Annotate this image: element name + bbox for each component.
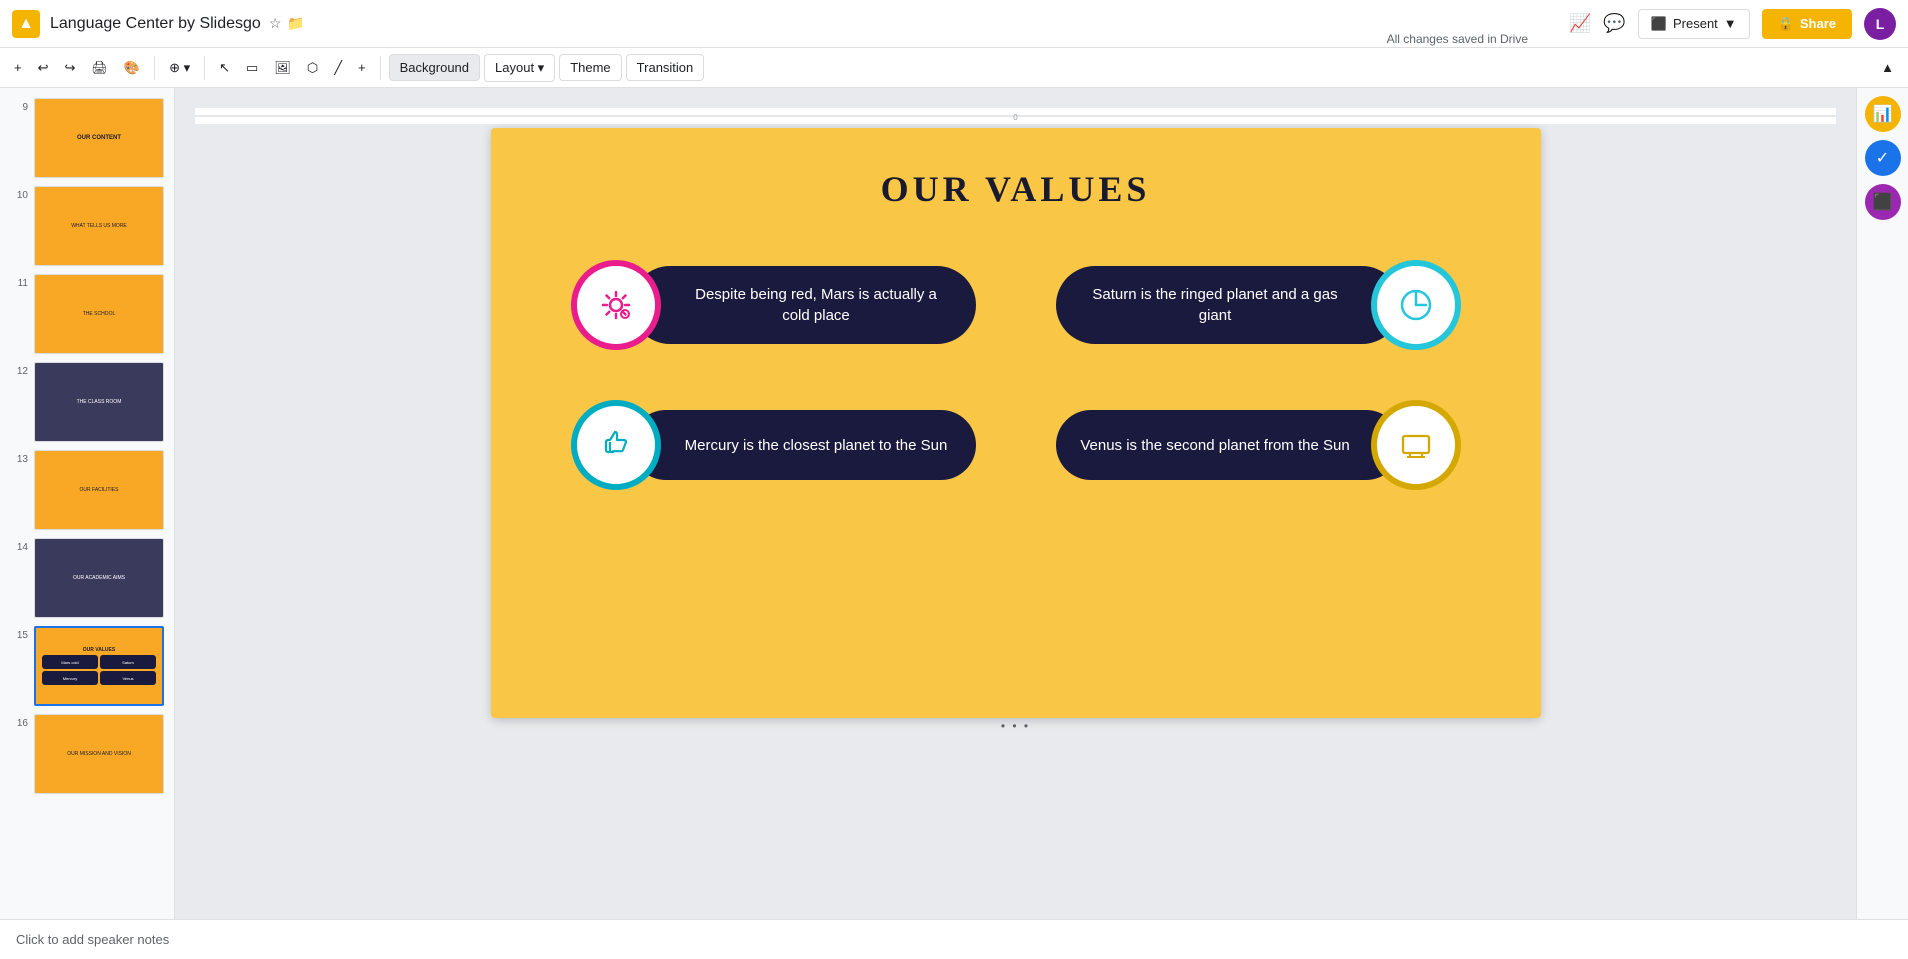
horizontal-ruler: 0 xyxy=(195,108,1836,124)
layout-button[interactable]: Layout ▾ xyxy=(484,54,555,82)
toolbar-divider-3 xyxy=(380,56,381,80)
slides-panel: 9 OUR CONTENT 10 WHAT TELLS US MORE 11 T… xyxy=(0,88,175,919)
canvas-area[interactable]: 0 OUR VALUES xyxy=(175,88,1856,919)
folder-icon[interactable]: 📁 xyxy=(287,15,304,32)
slide-preview-15: OUR VALUES Mars cold Saturn Mercury xyxy=(34,626,164,706)
mercury-value-box: Mercury is the closest planet to the Sun xyxy=(631,410,976,480)
toolbar-divider-2 xyxy=(204,56,205,80)
transition-button[interactable]: Transition xyxy=(626,54,705,81)
slide-thumb-14[interactable]: 14 OUR ACADEMIC AIMS xyxy=(8,536,166,620)
saturn-icon-circle xyxy=(1371,260,1461,350)
add-button[interactable]: + xyxy=(8,56,28,79)
values-grid: Despite being red, Mars is actually a co… xyxy=(571,260,1461,490)
autosave-status: All changes saved in Drive xyxy=(1387,32,1528,46)
toolbar-right-spacer: ▲ xyxy=(1875,56,1900,79)
mars-text: Despite being red, Mars is actually a co… xyxy=(681,284,952,326)
slide-preview-12: THE CLASS ROOM xyxy=(34,362,164,442)
comment-icon[interactable]: 💬 xyxy=(1603,13,1625,34)
line-tool[interactable]: ╱ xyxy=(328,56,348,80)
side-icon-1[interactable]: 📊 xyxy=(1865,96,1901,132)
slide-preview-10: WHAT TELLS US MORE xyxy=(34,186,164,266)
header-section: ▲ Language Center by Slidesgo ☆ 📁 All ch… xyxy=(0,0,1908,88)
notes-area[interactable]: Click to add speaker notes xyxy=(0,919,1908,959)
side-icon-3[interactable]: ⬛ xyxy=(1865,184,1901,220)
slide-preview-13: OUR FACILITIES xyxy=(34,450,164,530)
present-dropdown-icon: ▼ xyxy=(1724,16,1737,31)
toolbar: + ↩ ↪ 🖨 🎨 ⊕ ▾ ↖ ▭ 🖼 ⬡ ╱ + Background Lay… xyxy=(0,48,1908,88)
print-button[interactable]: 🖨 xyxy=(85,56,114,80)
mercury-icon-circle xyxy=(571,400,661,490)
svg-text:0: 0 xyxy=(1013,113,1018,122)
side-icon-2[interactable]: ✓ xyxy=(1865,140,1901,176)
saturn-text: Saturn is the ringed planet and a gas gi… xyxy=(1080,284,1351,326)
more-tools[interactable]: + xyxy=(352,56,372,79)
chart-icon[interactable]: 📈 xyxy=(1569,13,1591,34)
theme-button[interactable]: Theme xyxy=(559,54,621,81)
undo-button[interactable]: ↩ xyxy=(32,56,55,80)
venus-value-box: Venus is the second planet from the Sun xyxy=(1056,410,1401,480)
slide-preview-14: OUR ACADEMIC AIMS xyxy=(34,538,164,618)
saturn-value-box: Saturn is the ringed planet and a gas gi… xyxy=(1056,266,1401,344)
slide-preview-9: OUR CONTENT xyxy=(34,98,164,178)
slide-thumb-16[interactable]: 16 OUR MISSION AND VISION xyxy=(8,712,166,796)
title-icons: ☆ 📁 xyxy=(269,15,305,32)
value-item-mars[interactable]: Despite being red, Mars is actually a co… xyxy=(571,260,976,350)
top-right-controls: 📈 💬 ⬛ Present ▼ 🔒 Share L xyxy=(1569,8,1896,40)
present-icon: ⬛ xyxy=(1651,16,1667,32)
slide-title: OUR VALUES xyxy=(491,168,1541,210)
app-icon[interactable]: ▲ xyxy=(12,10,40,38)
lock-icon: 🔒 xyxy=(1778,16,1794,32)
value-item-mercury[interactable]: Mercury is the closest planet to the Sun xyxy=(571,400,976,490)
slide-preview-16: OUR MISSION AND VISION xyxy=(34,714,164,794)
right-side-panel: 📊 ✓ ⬛ xyxy=(1856,88,1908,919)
image-tool[interactable]: 🖼 xyxy=(268,56,297,80)
star-icon[interactable]: ☆ xyxy=(269,15,282,32)
collapse-toolbar-button[interactable]: ▲ xyxy=(1875,56,1900,79)
top-bar: ▲ Language Center by Slidesgo ☆ 📁 All ch… xyxy=(0,0,1908,48)
notes-placeholder: Click to add speaker notes xyxy=(16,932,169,947)
toolbar-divider-1 xyxy=(154,56,155,80)
value-item-saturn[interactable]: Saturn is the ringed planet and a gas gi… xyxy=(1056,260,1461,350)
paint-format-button[interactable]: 🎨 xyxy=(118,56,146,80)
slide-preview-11: THE SCHOOL xyxy=(34,274,164,354)
value-item-venus[interactable]: Venus is the second planet from the Sun xyxy=(1056,400,1461,490)
present-button[interactable]: ⬛ Present ▼ xyxy=(1638,9,1750,39)
doc-title: Language Center by Slidesgo xyxy=(50,15,261,33)
mercury-text: Mercury is the closest planet to the Sun xyxy=(681,435,952,456)
slide-thumb-15[interactable]: 15 OUR VALUES Mars cold Saturn xyxy=(8,624,166,708)
slide-thumb-9[interactable]: 9 OUR CONTENT xyxy=(8,96,166,180)
main-layout: 9 OUR CONTENT 10 WHAT TELLS US MORE 11 T… xyxy=(0,88,1908,919)
user-avatar[interactable]: L xyxy=(1864,8,1896,40)
slide-thumb-11[interactable]: 11 THE SCHOOL xyxy=(8,272,166,356)
select-tool[interactable]: ▭ xyxy=(240,56,264,80)
mars-icon-circle xyxy=(571,260,661,350)
shape-tool[interactable]: ⬡ xyxy=(301,56,324,80)
slide-thumb-12[interactable]: 12 THE CLASS ROOM xyxy=(8,360,166,444)
venus-text: Venus is the second planet from the Sun xyxy=(1080,435,1351,456)
cursor-tool[interactable]: ↖ xyxy=(213,56,236,80)
slide-canvas[interactable]: OUR VALUES Despite b xyxy=(491,128,1541,718)
slide-thumb-10[interactable]: 10 WHAT TELLS US MORE xyxy=(8,184,166,268)
venus-icon-circle xyxy=(1371,400,1461,490)
mars-value-box: Despite being red, Mars is actually a co… xyxy=(631,266,976,344)
zoom-button[interactable]: ⊕ ▾ xyxy=(163,56,196,80)
slide-thumb-13[interactable]: 13 OUR FACILITIES xyxy=(8,448,166,532)
background-button[interactable]: Background xyxy=(389,54,480,81)
canvas-bottom: • • • xyxy=(195,718,1836,734)
share-button[interactable]: 🔒 Share xyxy=(1762,9,1852,39)
redo-button[interactable]: ↪ xyxy=(59,56,82,80)
